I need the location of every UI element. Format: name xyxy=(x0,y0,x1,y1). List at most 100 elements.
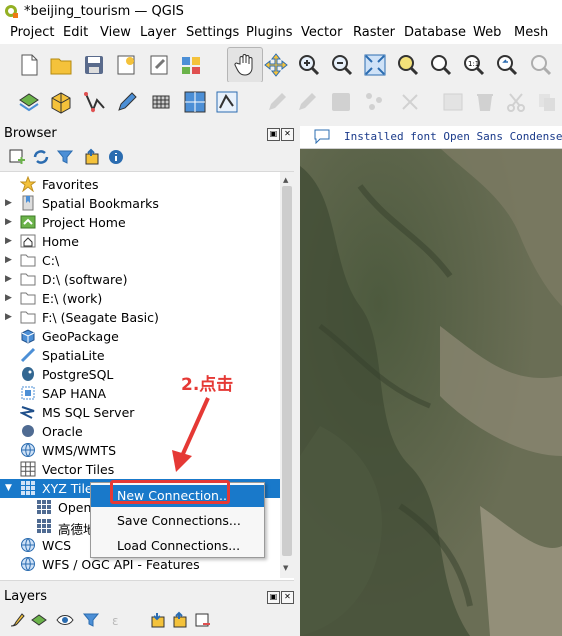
edit-pencil-icon[interactable] xyxy=(112,87,142,117)
data-source-manager-icon[interactable] xyxy=(14,87,44,117)
copy-icon[interactable] xyxy=(532,87,562,117)
tree-item-label: D:\ (software) xyxy=(42,272,128,287)
menu-edit[interactable]: Edit xyxy=(63,25,88,40)
style-manager-icon[interactable] xyxy=(176,50,206,80)
tree-item-label: SAP HANA xyxy=(42,386,107,401)
zoom-last-icon[interactable] xyxy=(492,50,522,80)
svg-text:ε: ε xyxy=(112,614,119,628)
menu-layer[interactable]: Layer xyxy=(140,25,176,40)
scroll-down-icon[interactable]: ▼ xyxy=(283,564,288,572)
qgis-logo-icon xyxy=(5,5,18,18)
expand-arrow-icon[interactable]: ▶ xyxy=(5,274,13,284)
message-text: Installed font Open Sans Condensed Li xyxy=(344,130,562,143)
tree-item-sap-hana[interactable]: SAP HANA xyxy=(0,384,294,403)
scroll-up-icon[interactable]: ▲ xyxy=(283,176,288,184)
float-panel-icon[interactable]: ▣ xyxy=(267,591,280,604)
load-connections-menu-item[interactable]: Load Connections... xyxy=(117,538,240,553)
close-panel-icon[interactable]: ✕ xyxy=(281,128,294,141)
xyz-tiles-icon xyxy=(37,519,51,533)
expand-arrow-icon[interactable]: ▶ xyxy=(5,255,13,265)
svg-text:1:1: 1:1 xyxy=(468,60,479,68)
float-panel-icon[interactable]: ▣ xyxy=(267,128,280,141)
raster-layer-icon[interactable] xyxy=(180,87,210,117)
tree-item-label: WFS / OGC API - Features xyxy=(42,557,200,572)
menu-vector[interactable]: Vector xyxy=(301,25,342,40)
zoom-out-icon[interactable] xyxy=(327,50,357,80)
zoom-native-icon[interactable]: 1:1 xyxy=(459,50,489,80)
edit-icon[interactable] xyxy=(292,87,322,117)
new-print-layout-icon[interactable] xyxy=(111,50,141,80)
expand-arrow-icon[interactable]: ▶ xyxy=(5,236,13,246)
layers-panel-title: Layers xyxy=(4,589,48,604)
folder-icon xyxy=(20,311,36,324)
tree-item-home[interactable]: ▶ Home xyxy=(0,232,294,251)
add-point-icon[interactable] xyxy=(360,87,390,117)
menu-raster[interactable]: Raster xyxy=(353,25,395,40)
tree-item-vector-tiles[interactable]: Vector Tiles xyxy=(0,460,294,479)
zoom-in-icon[interactable] xyxy=(294,50,324,80)
wfs-icon xyxy=(21,557,35,571)
tree-item-mssql[interactable]: MS SQL Server xyxy=(0,403,294,422)
digitizing-toolbar xyxy=(0,82,562,126)
expand-arrow-icon[interactable]: ▶ xyxy=(5,198,13,208)
zoom-full-icon[interactable] xyxy=(360,50,390,80)
vertex-tool-icon[interactable] xyxy=(212,87,242,117)
zoom-to-selection-icon[interactable] xyxy=(393,50,423,80)
tree-item-spatial-bookmarks[interactable]: ▶ Spatial Bookmarks xyxy=(0,194,294,213)
save-edits-icon[interactable] xyxy=(326,87,356,117)
menu-settings[interactable]: Settings xyxy=(186,25,239,40)
new-project-icon[interactable] xyxy=(14,50,44,80)
sap-hana-icon xyxy=(21,386,35,400)
tree-item-label: C:\ xyxy=(42,253,60,268)
layout-manager-icon[interactable] xyxy=(144,50,174,80)
collapse-arrow-icon[interactable]: ▼ xyxy=(5,483,13,493)
browser-toolbar xyxy=(0,144,300,170)
tree-item-spatialite[interactable]: SpatiaLite xyxy=(0,346,294,365)
menu-web[interactable]: Web xyxy=(473,25,501,40)
open-project-icon[interactable] xyxy=(46,50,76,80)
tree-item-postgresql[interactable]: PostgreSQL xyxy=(0,365,294,384)
toggle-editing-icon[interactable] xyxy=(262,87,292,117)
cut-icon[interactable] xyxy=(502,87,532,117)
folder-icon xyxy=(20,273,36,286)
close-panel-icon[interactable]: ✕ xyxy=(281,591,294,604)
trash-icon[interactable] xyxy=(470,87,500,117)
expand-arrow-icon[interactable]: ▶ xyxy=(5,217,13,227)
save-project-icon[interactable] xyxy=(79,50,109,80)
menu-plugins[interactable]: Plugins xyxy=(246,25,293,40)
filter-legend-icon[interactable] xyxy=(76,605,106,635)
tree-item-drive-f[interactable]: ▶ F:\ (Seagate Basic) xyxy=(0,308,294,327)
tree-item-drive-d[interactable]: ▶ D:\ (software) xyxy=(0,270,294,289)
remove-layer-icon[interactable] xyxy=(188,605,218,635)
properties-info-icon[interactable] xyxy=(101,142,131,172)
zoom-next-icon[interactable] xyxy=(526,50,556,80)
home-icon xyxy=(20,234,36,248)
digitize-icon[interactable] xyxy=(80,87,110,117)
menu-database[interactable]: Database xyxy=(404,25,466,40)
tree-item-favorites[interactable]: Favorites xyxy=(0,175,294,194)
folder-icon xyxy=(20,292,36,305)
menu-project[interactable]: Project xyxy=(10,25,54,40)
expand-arrow-icon[interactable]: ▶ xyxy=(5,312,13,322)
map-canvas[interactable] xyxy=(300,126,562,636)
grid-layer-icon[interactable] xyxy=(146,87,176,117)
attribute-table-icon[interactable] xyxy=(438,87,468,117)
pan-to-selection-icon[interactable] xyxy=(261,50,291,80)
tree-item-geopackage[interactable]: GeoPackage xyxy=(0,327,294,346)
delete-selected-icon[interactable] xyxy=(396,87,426,117)
scrollbar-thumb[interactable] xyxy=(282,186,292,556)
pan-map-icon[interactable] xyxy=(227,47,263,83)
save-connections-menu-item[interactable]: Save Connections... xyxy=(117,513,241,528)
tree-item-project-home[interactable]: ▶ Project Home xyxy=(0,213,294,232)
filter-expression-icon[interactable]: ε xyxy=(104,605,134,635)
tree-item-wms[interactable]: WMS/WMTS xyxy=(0,441,294,460)
tree-item-drive-e[interactable]: ▶ E:\ (work) xyxy=(0,289,294,308)
menu-view[interactable]: View xyxy=(100,25,131,40)
expand-arrow-icon[interactable]: ▶ xyxy=(5,293,13,303)
menu-mesh[interactable]: Mesh xyxy=(514,25,548,40)
browser-scrollbar[interactable]: ▲ ▼ xyxy=(280,172,294,578)
tree-item-oracle[interactable]: Oracle xyxy=(0,422,294,441)
tree-item-drive-c[interactable]: ▶ C:\ xyxy=(0,251,294,270)
zoom-to-layer-icon[interactable] xyxy=(426,50,456,80)
new-layer-icon[interactable] xyxy=(46,87,76,117)
